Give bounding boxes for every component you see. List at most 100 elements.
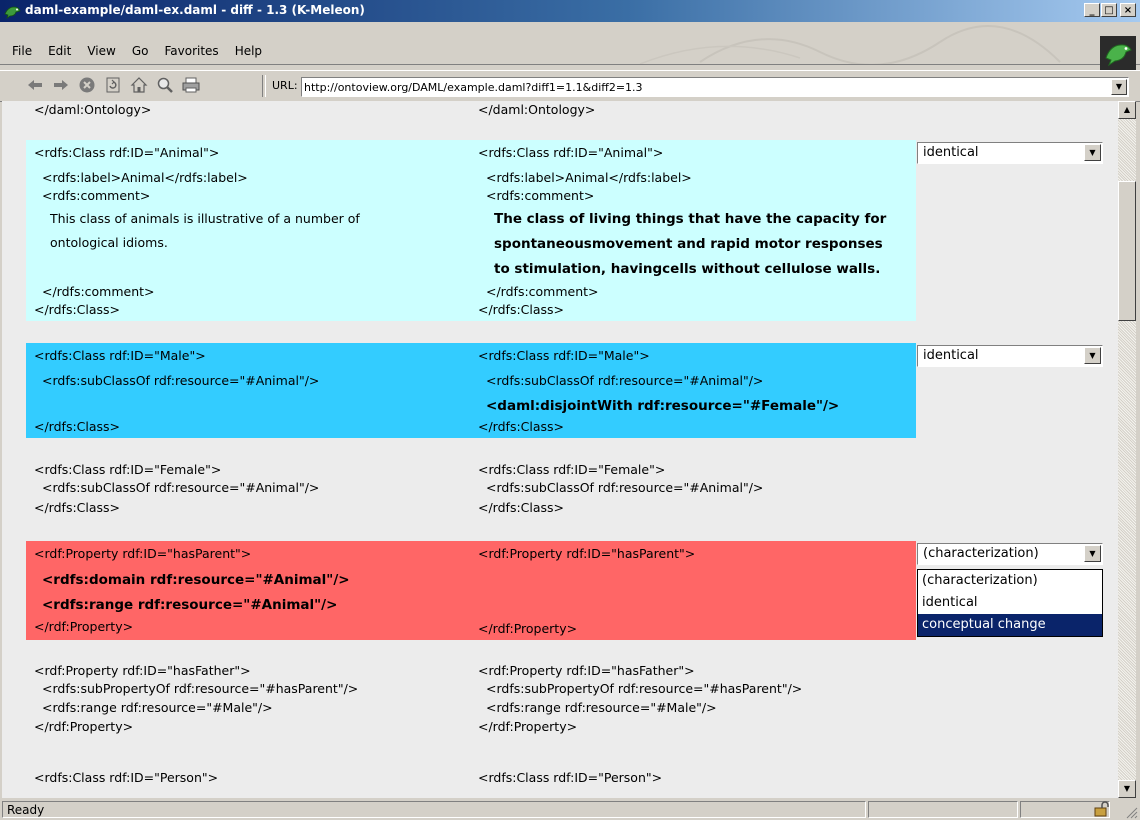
code-line: </daml:Ontology>: [478, 102, 596, 117]
menu-items: File Edit View Go Favorites Help: [4, 38, 270, 64]
code-line: <rdfs:comment>: [486, 188, 595, 203]
code-line: </daml:Ontology>: [34, 102, 152, 117]
code-line: <rdfs:comment>: [42, 188, 151, 203]
status-text-panel: Ready: [2, 801, 866, 818]
option-identical[interactable]: identical: [918, 592, 1102, 614]
diff-block-person: <rdfs:Class rdf:ID="Person"> <rdfs:Class…: [26, 765, 916, 798]
title-bar: daml-example/daml-ex.daml - diff - 1.3 (…: [0, 0, 1140, 22]
forward-arrow-icon[interactable]: [52, 76, 70, 94]
resize-grip-icon[interactable]: [1124, 805, 1138, 819]
menu-view[interactable]: View: [79, 38, 123, 64]
chevron-down-icon[interactable]: ▼: [1084, 347, 1101, 364]
scrollbar-thumb[interactable]: [1118, 181, 1136, 321]
code-line: <rdfs:label>Animal</rdfs:label>: [486, 170, 692, 185]
scroll-up-button[interactable]: ▲: [1118, 101, 1136, 119]
minimize-button[interactable]: _: [1084, 3, 1100, 17]
code-line: <rdfs:range rdf:resource="#Male"/>: [42, 700, 273, 715]
diff-block-male: <rdfs:Class rdf:ID="Male"> <rdfs:subClas…: [26, 343, 916, 438]
status-text: Ready: [7, 803, 45, 817]
diff-content: </daml:Ontology> </daml:Ontology> <rdfs:…: [2, 101, 1118, 798]
select-value: (characterization): [923, 546, 1039, 561]
code-line: <rdfs:range rdf:resource="#Male"/>: [486, 700, 717, 715]
menu-edit[interactable]: Edit: [40, 38, 79, 64]
diff-block-female: <rdfs:Class rdf:ID="Female"> <rdfs:subCl…: [26, 457, 916, 521]
code-line: <rdfs:Class rdf:ID="Animal">: [34, 145, 220, 160]
toolbar-separator: [262, 75, 266, 97]
changed-code-line: to stimulation, havingcells without cell…: [494, 261, 881, 277]
diff-block-hasparent: <rdf:Property rdf:ID="hasParent"> <rdfs:…: [26, 541, 916, 640]
code-line: <rdfs:Class rdf:ID="Animal">: [478, 145, 664, 160]
code-line: </rdfs:Class>: [478, 419, 565, 434]
url-dropdown-button[interactable]: ▼: [1111, 79, 1127, 95]
code-line: <rdfs:Class rdf:ID="Male">: [34, 348, 206, 363]
code-line: <rdfs:Class rdf:ID="Male">: [478, 348, 650, 363]
search-icon[interactable]: [156, 76, 174, 94]
code-line: <rdfs:subPropertyOf rdf:resource="#hasPa…: [486, 681, 803, 696]
navigation-toolbar: URL: ▼: [0, 70, 1140, 102]
code-line: This class of animals is illustrative of…: [50, 211, 360, 226]
code-line: <rdfs:label>Animal</rdfs:label>: [42, 170, 248, 185]
menu-go[interactable]: Go: [124, 38, 157, 64]
code-line: <rdfs:subClassOf rdf:resource="#Animal"/…: [42, 373, 320, 388]
code-line: </rdfs:Class>: [34, 500, 121, 515]
print-icon[interactable]: [182, 76, 200, 94]
code-line: <rdf:Property rdf:ID="hasParent">: [34, 546, 252, 561]
changed-code-line: <rdfs:range rdf:resource="#Animal"/>: [42, 597, 338, 613]
changed-code-line: <daml:disjointWith rdf:resource="#Female…: [486, 398, 840, 414]
change-type-select-hasparent[interactable]: (characterization) ▼: [917, 543, 1103, 565]
status-bar: Ready: [0, 799, 1140, 820]
code-line: <rdfs:subClassOf rdf:resource="#Animal"/…: [486, 480, 764, 495]
change-type-select-animal[interactable]: identical ▼: [917, 142, 1103, 164]
reload-icon[interactable]: [104, 76, 122, 94]
scroll-down-button[interactable]: ▼: [1118, 780, 1136, 798]
diff-block-animal: <rdfs:Class rdf:ID="Animal"> <rdfs:label…: [26, 140, 916, 321]
code-line: <rdf:Property rdf:ID="hasFather">: [478, 663, 695, 678]
changed-code-line: <rdfs:domain rdf:resource="#Animal"/>: [42, 572, 350, 588]
status-progress-panel: [868, 801, 1018, 818]
code-line: <rdfs:Class rdf:ID="Person">: [34, 770, 219, 785]
code-line: <rdf:Property rdf:ID="hasFather">: [34, 663, 251, 678]
url-input[interactable]: [304, 80, 1104, 94]
code-line: <rdfs:subClassOf rdf:resource="#Animal"/…: [42, 480, 320, 495]
vertical-scrollbar[interactable]: ▲ ▼: [1118, 101, 1136, 798]
menu-help[interactable]: Help: [227, 38, 270, 64]
code-line: </rdfs:Class>: [34, 302, 121, 317]
chevron-down-icon[interactable]: ▼: [1084, 545, 1101, 562]
ontology-end-row: </daml:Ontology> </daml:Ontology>: [26, 101, 916, 121]
menu-bar: File Edit View Go Favorites Help: [0, 22, 1140, 65]
option-conceptual-change[interactable]: conceptual change: [918, 614, 1102, 636]
browser-window: daml-example/daml-ex.daml - diff - 1.3 (…: [0, 0, 1140, 820]
window-title: daml-example/daml-ex.daml - diff - 1.3 (…: [25, 3, 365, 17]
code-line: <rdfs:Class rdf:ID="Female">: [34, 462, 222, 477]
code-line: </rdfs:Class>: [478, 500, 565, 515]
code-line: ontological idioms.: [50, 235, 168, 250]
stop-icon[interactable]: [78, 76, 96, 94]
change-type-dropdown-list: (characterization) identical conceptual …: [917, 569, 1103, 637]
code-line: </rdfs:comment>: [486, 284, 599, 299]
code-line: <rdfs:Class rdf:ID="Person">: [478, 770, 663, 785]
select-value: identical: [923, 145, 979, 160]
maximize-button[interactable]: □: [1101, 3, 1117, 17]
home-icon[interactable]: [130, 76, 148, 94]
code-line: </rdf:Property>: [34, 719, 134, 734]
close-button[interactable]: ×: [1120, 3, 1136, 17]
url-bar: ▼: [301, 77, 1129, 97]
code-line: <rdfs:subPropertyOf rdf:resource="#hasPa…: [42, 681, 359, 696]
chevron-down-icon[interactable]: ▼: [1084, 144, 1101, 161]
option-characterization[interactable]: (characterization): [918, 570, 1102, 592]
back-arrow-icon[interactable]: [26, 76, 44, 94]
throbber-icon: [1100, 36, 1136, 70]
nav-buttons: [26, 76, 200, 94]
change-type-select-male[interactable]: identical ▼: [917, 345, 1103, 367]
k-meleon-app-icon: [4, 6, 21, 19]
menu-favorites[interactable]: Favorites: [156, 38, 226, 64]
menu-file[interactable]: File: [4, 38, 40, 64]
code-line: <rdfs:subClassOf rdf:resource="#Animal"/…: [486, 373, 764, 388]
changed-code-line: The class of living things that have the…: [494, 211, 887, 227]
code-line: </rdf:Property>: [478, 621, 578, 636]
code-line: <rdfs:Class rdf:ID="Female">: [478, 462, 666, 477]
url-label: URL:: [272, 79, 298, 92]
code-line: <rdf:Property rdf:ID="hasParent">: [478, 546, 696, 561]
changed-code-line: spontaneousmovement and rapid motor resp…: [494, 236, 883, 252]
security-lock-icon: [1094, 801, 1109, 817]
